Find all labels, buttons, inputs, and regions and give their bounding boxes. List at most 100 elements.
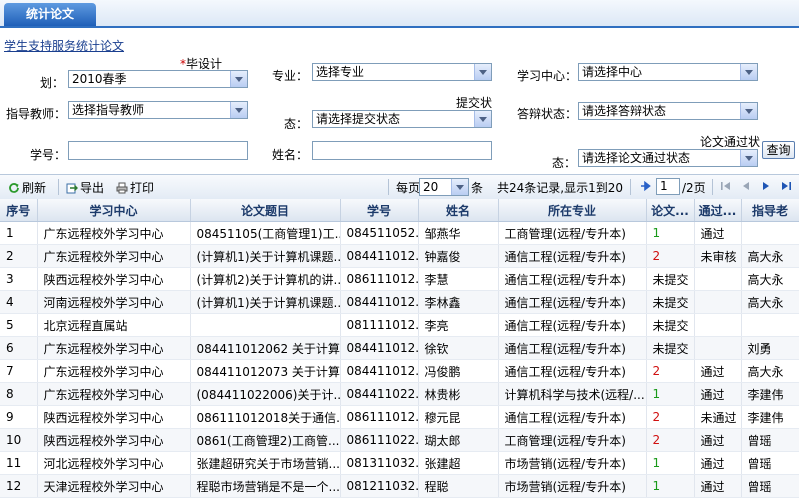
query-button[interactable]: 查询 xyxy=(762,141,795,159)
table-row[interactable]: 9陕西远程校外学习中心086111012018关于通信...086111012.… xyxy=(0,405,799,429)
column-header[interactable]: 指导老 xyxy=(741,199,799,222)
column-header[interactable]: 通过... xyxy=(694,199,742,222)
table-cell: 广东远程校外学习中心 xyxy=(37,336,191,360)
table-cell: 陕西远程校外学习中心 xyxy=(37,267,191,291)
tab-statistics-thesis[interactable]: 统计论文 xyxy=(4,3,96,26)
first-page-button[interactable] xyxy=(720,179,734,193)
table-cell: 曾瑶 xyxy=(741,451,799,475)
table-cell: 1 xyxy=(646,451,695,475)
center-label: 学习中心： xyxy=(516,69,577,83)
column-header[interactable]: 论文题目 xyxy=(190,199,341,222)
table-cell: (计算机1)关于计算机课题... xyxy=(190,244,341,268)
table-cell: 2 xyxy=(646,428,695,452)
table-cell: 通信工程(远程/专升本) xyxy=(498,313,647,337)
table-row[interactable]: 10陕西远程校外学习中心0861(工商管理2)工商管...086111022..… xyxy=(0,428,799,452)
column-header[interactable]: 序号 xyxy=(0,199,38,222)
name-input[interactable] xyxy=(312,141,492,160)
table-cell: 5 xyxy=(0,313,38,337)
column-header[interactable]: 所在专业 xyxy=(498,199,647,222)
table-cell xyxy=(694,290,742,314)
per-page-select[interactable]: 20 xyxy=(419,178,469,196)
table-cell: 河南远程校外学习中心 xyxy=(37,290,191,314)
table-cell: 08451105(工商管理1)工... xyxy=(190,221,341,245)
table-row[interactable]: 3陕西远程校外学习中心(计算机2)关于计算机的讲...086111012...李… xyxy=(0,267,799,291)
major-select[interactable]: 选择专业 xyxy=(312,63,492,81)
table-cell: 未提交 xyxy=(646,290,695,314)
table-row[interactable]: 2广东远程校外学习中心(计算机1)关于计算机课题...084411012...钟… xyxy=(0,244,799,268)
column-header[interactable]: 学号 xyxy=(340,199,419,222)
table-row[interactable]: 7 广东远程校外学习中心 084411012073 关于计算... 084411012… xyxy=(0,359,799,383)
table-cell: 广东远程校外学习中心 xyxy=(37,244,191,268)
table-cell: 2 xyxy=(646,405,695,429)
table-cell: 曾瑶 xyxy=(741,428,799,452)
table-cell: 李林鑫 xyxy=(418,290,499,314)
breadcrumb-link[interactable]: 学生支持服务统计论文 xyxy=(4,37,124,54)
table-cell: 4 xyxy=(0,290,38,314)
last-page-button[interactable] xyxy=(780,179,794,193)
table-cell: 086111012... xyxy=(340,405,419,429)
table-cell: 河北远程校外学习中心 xyxy=(37,451,191,475)
print-button[interactable]: 打印 xyxy=(116,179,154,196)
table-cell: 未审核 xyxy=(694,244,742,268)
table-cell: 3 xyxy=(0,267,38,291)
table-cell: 李建伟 xyxy=(741,405,799,429)
table-cell: 广东远程校外学习中心 xyxy=(37,221,191,245)
toolbar-divider xyxy=(630,179,631,195)
table-cell: 通信工程(远程/专升本) xyxy=(498,244,647,268)
column-header[interactable]: 学习中心 xyxy=(37,199,191,222)
table-row[interactable]: 4河南远程校外学习中心(计算机1)关于计算机课题...084411012...李… xyxy=(0,290,799,314)
table-cell: 8 xyxy=(0,382,38,406)
defense-status-select[interactable]: 请选择答辩状态 xyxy=(578,102,758,120)
student-id-input[interactable] xyxy=(68,141,248,160)
table-cell: 086111012... xyxy=(340,267,419,291)
table-row[interactable]: 11河北远程校外学习中心张建超研究关于市场营销...081311032...张建… xyxy=(0,451,799,475)
table-row[interactable]: 5北京远程直属站 081111012...李亮通信工程(远程/专升本)未提交 xyxy=(0,313,799,337)
refresh-button[interactable]: 刷新 xyxy=(8,179,46,196)
table-cell: 1 xyxy=(0,221,38,245)
teacher-select[interactable]: 选择指导教师 xyxy=(68,101,248,119)
next-page-button[interactable] xyxy=(760,179,774,193)
table-cell: 钟嘉俊 xyxy=(418,244,499,268)
prev-page-button[interactable] xyxy=(740,179,754,193)
per-page-prefix: 每页 xyxy=(396,181,421,195)
table-cell: (084411022006)关于计... xyxy=(190,382,341,406)
submit-status-select[interactable]: 请选择提交状态 xyxy=(312,110,492,128)
table-cell: 陕西远程校外学习中心 xyxy=(37,405,191,429)
table-cell: 086111022... xyxy=(340,428,419,452)
submit-label-bottom: 态： xyxy=(283,117,308,131)
table-cell: 未提交 xyxy=(646,313,695,337)
table-cell: 084411012... xyxy=(340,244,419,268)
column-header[interactable]: 论文... xyxy=(646,199,695,222)
plan-select[interactable]: 2010春季 xyxy=(68,70,248,88)
thesis-table: 序号 学习中心 论文题目 学号 姓名 所在专业 论文... 通过... 指导老 1 广东远程校外学… xyxy=(0,199,799,498)
chevron-down-icon xyxy=(740,150,757,166)
toolbar-divider xyxy=(388,179,389,195)
page-number-input[interactable]: 1 xyxy=(656,178,680,195)
column-header[interactable]: 姓名 xyxy=(418,199,499,222)
pass-status-select[interactable]: 请选择论文通过状态 xyxy=(578,149,758,167)
table-row[interactable]: 8 广东远程校外学习中心 (084411022006)关于计... 084411022… xyxy=(0,382,799,406)
chevron-down-icon xyxy=(740,103,757,119)
table-row[interactable]: 6 广东远程校外学习中心 084411012062 关于计算... 084411012… xyxy=(0,336,799,360)
chevron-down-icon xyxy=(474,111,491,127)
table-cell: 高大永 xyxy=(741,244,799,268)
export-button[interactable]: 导出 xyxy=(66,179,104,196)
center-select[interactable]: 请选择中心 xyxy=(578,63,758,81)
go-page-button[interactable] xyxy=(640,179,654,193)
table-cell: 瑚太郎 xyxy=(418,428,499,452)
last-page-icon xyxy=(782,182,791,190)
table-row[interactable]: 1广东远程校外学习中心08451105(工商管理1)工...084511052.… xyxy=(0,221,799,245)
table-cell: 市场营销(远程/专升本) xyxy=(498,451,647,475)
table-cell: 张建超研究关于市场营销... xyxy=(190,451,341,475)
table-cell: 084411012073 关于计算... xyxy=(190,359,341,383)
table-cell: 穆元昆 xyxy=(418,405,499,429)
table-cell: 李亮 xyxy=(418,313,499,337)
refresh-icon xyxy=(9,183,19,193)
teacher-label: 指导教师： xyxy=(5,107,66,121)
table-row[interactable]: 12天津远程校外学习中心程聪市场营销是不是一个...081211032...程聪… xyxy=(0,474,799,498)
export-icon xyxy=(66,183,78,194)
first-page-icon xyxy=(721,182,730,190)
table-cell: 084511052... xyxy=(340,221,419,245)
printer-icon xyxy=(116,182,128,194)
chevron-down-icon xyxy=(230,102,247,118)
